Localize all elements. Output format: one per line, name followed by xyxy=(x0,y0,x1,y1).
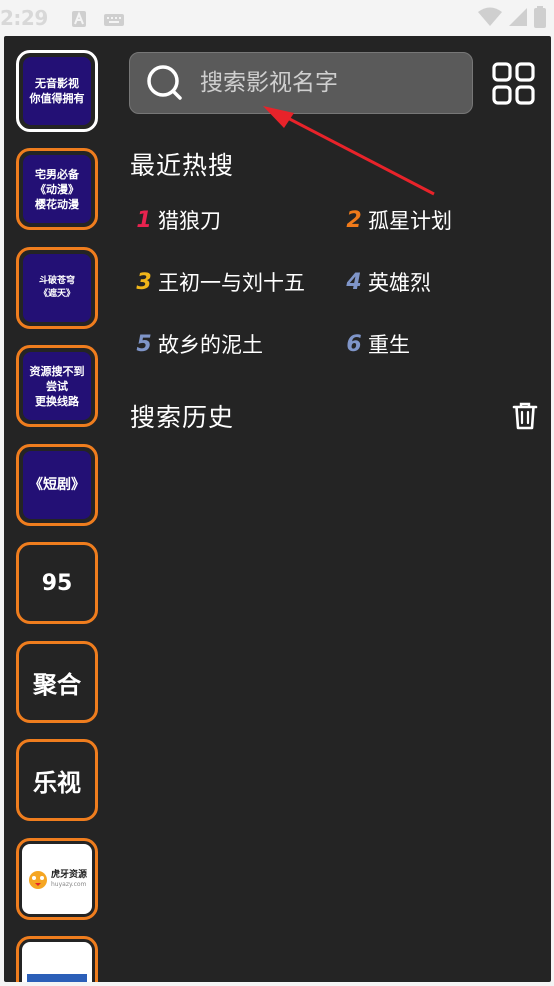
app-window: 无音影视 你值得拥有 宅男必备 《动漫》 樱花动漫 斗破苍穹 《遮天》 资源搜不… xyxy=(4,36,551,982)
signal-icon xyxy=(508,7,528,32)
hot-title: 王初一与刘十五 xyxy=(158,271,305,295)
search-input[interactable] xyxy=(200,70,460,96)
source-sidebar[interactable]: 无音影视 你值得拥有 宅男必备 《动漫》 樱花动漫 斗破苍穹 《遮天》 资源搜不… xyxy=(4,36,112,982)
hot-search-item[interactable]: 6 重生 xyxy=(346,329,410,359)
hot-rank: 6 xyxy=(346,331,362,357)
hot-title: 英雄烈 xyxy=(368,271,431,295)
sidebar-item-short-drama[interactable]: 《短剧》 xyxy=(16,444,98,526)
sidebar-item-next[interactable] xyxy=(16,936,98,982)
hot-search-item[interactable]: 2 孤星计划 xyxy=(346,205,452,235)
hot-search-item[interactable]: 5 故乡的泥土 xyxy=(136,329,263,359)
sidebar-item-label: 无音影视 你值得拥有 xyxy=(23,57,91,125)
huya-logo-name: 虎牙资源 xyxy=(50,869,87,880)
sidebar-item-label: 宅男必备 《动漫》 樱花动漫 xyxy=(23,155,91,223)
sidebar-item-leshi[interactable]: 乐视 xyxy=(16,739,98,821)
sidebar-item-huya[interactable]: 虎牙资源 huyazy.com xyxy=(16,838,98,920)
hot-title: 孤星计划 xyxy=(368,209,452,233)
search-history-title: 搜索历史 xyxy=(130,403,235,432)
hot-search-item[interactable]: 4 英雄烈 xyxy=(346,267,431,297)
sidebar-item-label: 乐视 xyxy=(33,768,81,797)
clear-history-button[interactable] xyxy=(512,402,538,430)
trash-icon xyxy=(512,402,538,430)
huya-logo: 虎牙资源 huyazy.com xyxy=(22,844,92,914)
huya-logo-domain: huyazy.com xyxy=(50,880,87,888)
hot-title: 故乡的泥土 xyxy=(158,333,263,357)
sidebar-item-juhe[interactable]: 聚合 xyxy=(16,641,98,723)
battery-icon xyxy=(534,6,546,33)
font-a-icon xyxy=(72,8,86,32)
search-icon[interactable] xyxy=(130,52,200,114)
wifi-icon xyxy=(478,7,502,32)
partial-logo xyxy=(22,942,92,982)
sidebar-item-label: 资源搜不到 尝试 更换线路 xyxy=(23,352,91,420)
tiger-logo-icon xyxy=(28,871,47,889)
hot-rank: 4 xyxy=(346,269,362,295)
partial-logo-band xyxy=(27,974,87,982)
hot-search-title: 最近热搜 xyxy=(130,151,235,180)
status-bar: 2:29 xyxy=(0,0,554,36)
hot-rank: 2 xyxy=(346,207,362,233)
hot-search-item[interactable]: 1 猎狼刀 xyxy=(136,205,221,235)
sidebar-item-label: 聚合 xyxy=(33,670,81,699)
hot-rank: 1 xyxy=(136,207,152,233)
status-time: 2:29 xyxy=(0,6,48,30)
grid-menu-button[interactable] xyxy=(492,62,536,106)
sidebar-item-label: 95 xyxy=(41,570,73,596)
sidebar-item-wuyin[interactable]: 无音影视 你值得拥有 xyxy=(16,50,98,132)
hot-title: 猎狼刀 xyxy=(158,209,221,233)
keyboard-icon xyxy=(104,8,124,32)
hot-rank: 5 xyxy=(136,331,152,357)
sidebar-item-anime[interactable]: 宅男必备 《动漫》 樱花动漫 xyxy=(16,148,98,230)
search-bar[interactable] xyxy=(129,52,473,114)
grid-icon xyxy=(492,62,535,105)
sidebar-item-95[interactable]: 95 xyxy=(16,542,98,624)
hot-rank: 3 xyxy=(136,269,152,295)
sidebar-item-doupo[interactable]: 斗破苍穹 《遮天》 xyxy=(16,247,98,329)
sidebar-item-change-line[interactable]: 资源搜不到 尝试 更换线路 xyxy=(16,345,98,427)
hot-title: 重生 xyxy=(368,333,410,357)
sidebar-item-label: 斗破苍穹 《遮天》 xyxy=(23,254,91,322)
sidebar-item-label: 《短剧》 xyxy=(23,451,91,519)
hot-search-item[interactable]: 3 王初一与刘十五 xyxy=(136,267,305,297)
